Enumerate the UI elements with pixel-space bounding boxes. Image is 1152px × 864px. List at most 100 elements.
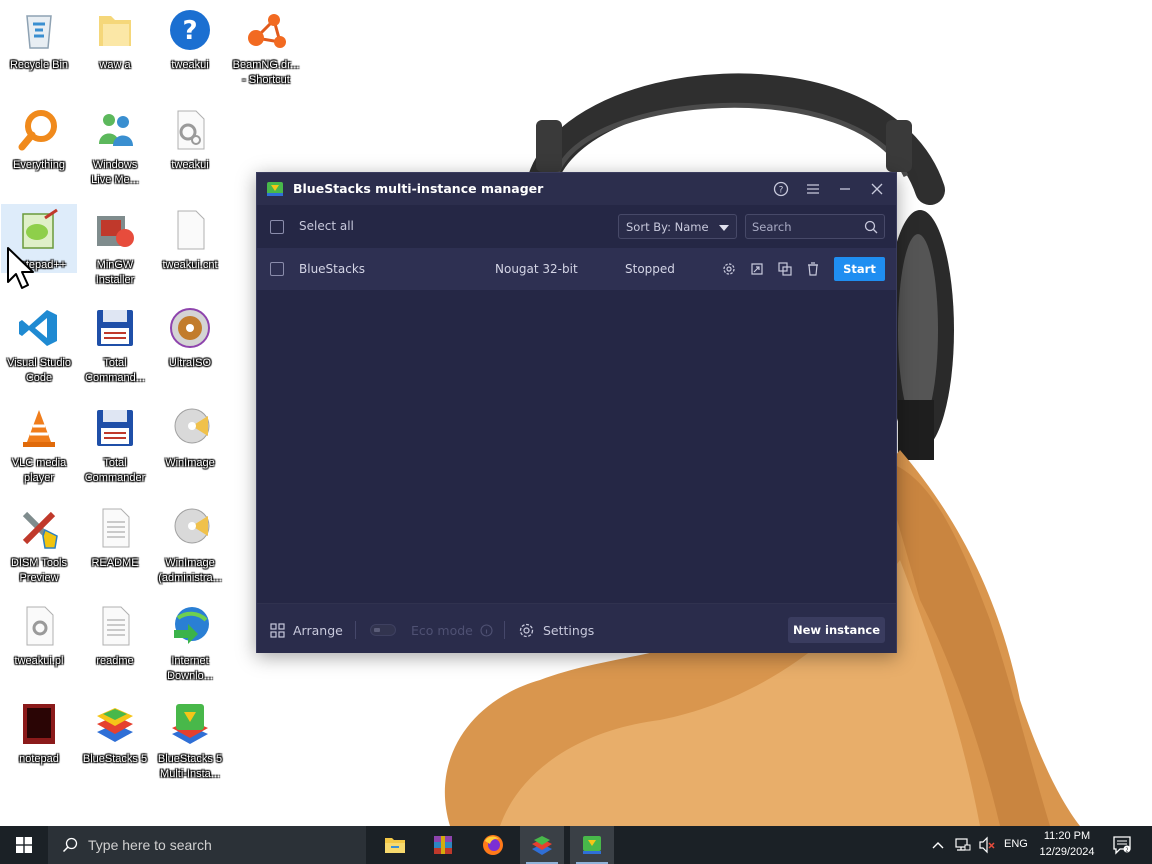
desktop-icon-readme[interactable]: readme	[77, 600, 153, 669]
search-input[interactable]	[752, 218, 862, 235]
menu-button[interactable]	[802, 179, 824, 199]
new-instance-button[interactable]: New instance	[788, 617, 885, 643]
bluestacks-icon	[97, 708, 133, 742]
clone-instance-icon[interactable]	[777, 261, 793, 277]
start-menu-button[interactable]	[0, 826, 48, 864]
search-box[interactable]	[745, 214, 885, 239]
desktop-icon-bluestacks[interactable]: BlueStacks 5	[77, 698, 153, 767]
desktop-icon-label: Everything	[13, 159, 65, 171]
sort-dropdown[interactable]: Sort By: Name	[618, 214, 737, 239]
notepad-icon	[23, 704, 55, 744]
instance-checkbox[interactable]	[270, 262, 284, 276]
taskbar-app-firefox[interactable]	[471, 826, 515, 864]
desktop-icon-label: tweakui.cnt	[162, 259, 218, 271]
desktop-icon-label: readme	[96, 655, 134, 667]
folder-icon	[99, 16, 131, 46]
instance-row[interactable]: BlueStacks Nougat 32-bit Stopped Start	[257, 248, 896, 290]
instance-settings-icon[interactable]	[721, 261, 737, 277]
desktop-icon-everything[interactable]: Everything	[1, 104, 77, 173]
taskbar-app-bluestacks-multi-instance[interactable]	[570, 826, 614, 864]
bluestacks-multi-instance-icon	[583, 836, 601, 854]
instance-name: BlueStacks	[299, 262, 366, 276]
desktop-icon-waw-a[interactable]: waw a	[77, 4, 153, 73]
close-button[interactable]	[866, 179, 888, 199]
firefox-icon	[483, 835, 503, 855]
input-language-indicator[interactable]: ENG	[1004, 838, 1028, 850]
desktop-icon-notepad[interactable]: notepad	[1, 698, 77, 767]
desktop-icon-vlc[interactable]: VLC media player	[1, 402, 77, 486]
desktop-icon-label: tweakui	[171, 159, 209, 171]
text-file-icon	[102, 508, 130, 548]
desktop-icon-total-commander-shortcut[interactable]: Total Command...	[77, 302, 153, 386]
vlc-icon	[23, 410, 55, 447]
desktop-icon-readme-upper[interactable]: README	[77, 502, 153, 571]
desktop-icon-vscode[interactable]: Visual Studio Code	[1, 302, 77, 386]
svg-text:2: 2	[1125, 847, 1128, 853]
desktop-icon-tweakui[interactable]: tweakui	[152, 104, 228, 173]
taskbar-search-placeholder: Type here to search	[88, 837, 212, 853]
desktop-icon-recycle-bin[interactable]: Recycle Bin	[1, 4, 77, 73]
mingw-installer-icon	[97, 216, 134, 247]
internet-download-manager-icon	[174, 607, 209, 644]
file-explorer-icon	[385, 838, 405, 853]
desktop-icon-total-commander[interactable]: Total Commander	[77, 402, 153, 486]
everything-search-icon	[18, 110, 57, 151]
taskbar-app-bluestacks[interactable]	[520, 826, 564, 864]
volume-muted-icon[interactable]	[978, 836, 996, 854]
eco-mode-toggle[interactable]	[370, 624, 396, 636]
arrange-button[interactable]: Arrange	[293, 623, 343, 638]
clock-date[interactable]: 12/29/2024	[1032, 846, 1102, 858]
desktop-icon-tweakui-pl[interactable]: tweakui.pl	[1, 600, 77, 669]
desktop-icon-label: UltraISO	[168, 357, 212, 369]
info-icon[interactable]	[480, 624, 493, 637]
desktop-icon-label: WinImage (administra...	[158, 557, 222, 584]
taskbar-search-box[interactable]: Type here to search	[48, 826, 366, 864]
desktop-icon-label: Total Command...	[85, 357, 145, 384]
action-center-notifications-icon[interactable]: 2	[1112, 835, 1132, 855]
clock-time[interactable]: 11:20 PM	[1036, 830, 1098, 842]
close-icon	[871, 183, 883, 195]
help-button[interactable]: ?	[770, 179, 792, 199]
settings-gear-icon[interactable]	[518, 622, 535, 639]
delete-instance-icon[interactable]	[805, 261, 821, 277]
desktop-icon-mingw-installer[interactable]: MinGW Installer	[77, 204, 153, 288]
text-file-icon	[102, 606, 130, 646]
show-hidden-icons-chevron-up-icon[interactable]	[930, 836, 946, 854]
window-titlebar[interactable]: BlueStacks multi-instance manager ?	[257, 173, 896, 205]
minimize-button[interactable]	[834, 179, 856, 199]
desktop-icon-windows-live-messenger[interactable]: Windows Live Me...	[77, 104, 153, 188]
desktop-icon-tweakui-help[interactable]: ? tweakui	[152, 4, 228, 73]
start-instance-button[interactable]: Start	[834, 257, 885, 281]
winrar-icon	[434, 836, 452, 854]
desktop-icon-ultraiso[interactable]: UltraISO	[152, 302, 228, 371]
taskbar: Type here to search ENG 11:20 PM 12/29/2…	[0, 826, 1152, 864]
desktop-icon-label: VLC media player	[11, 457, 67, 484]
desktop-icon-label: notepad	[19, 753, 59, 765]
desktop-icon-tweakui-cnt[interactable]: tweakui.cnt	[152, 204, 228, 273]
total-commander-icon	[97, 410, 133, 446]
desktop-icon-winimage-admin[interactable]: WinImage (administra...	[152, 502, 228, 586]
footer-divider	[504, 621, 505, 639]
instance-version: Nougat 32-bit	[495, 262, 578, 276]
footer-divider	[355, 621, 356, 639]
taskbar-app-winrar[interactable]	[421, 826, 465, 864]
arrange-grid-icon[interactable]	[270, 623, 285, 638]
desktop-icon-label: Recycle Bin	[9, 59, 69, 71]
desktop-icon-winimage[interactable]: WinImage	[152, 402, 228, 471]
desktop-icon-dism-tools[interactable]: DISM Tools Preview	[1, 502, 77, 586]
bluestacks-multi-instance-manager-window: BlueStacks multi-instance manager ? Sele…	[256, 172, 897, 653]
network-icon[interactable]	[954, 836, 972, 854]
desktop-icon-bluestacks-multi-instance[interactable]: BlueStacks 5 Multi-Insta...	[152, 698, 228, 782]
create-shortcut-icon[interactable]	[749, 261, 765, 277]
desktop-icon-label: waw a	[99, 59, 131, 71]
desktop-icon-internet-download-manager[interactable]: Internet Downlo...	[152, 600, 228, 684]
desktop-icon-beamng-shortcut[interactable]: BeamNG.dr... - Shortcut	[228, 4, 304, 88]
windows-live-messenger-icon	[99, 114, 133, 146]
search-icon[interactable]	[864, 220, 878, 234]
desktop-icon-label: BlueStacks 5	[82, 753, 148, 765]
settings-button[interactable]: Settings	[543, 623, 594, 638]
desktop-icon-label: MinGW Installer	[95, 259, 135, 286]
taskbar-app-file-explorer[interactable]	[373, 826, 417, 864]
sort-dropdown-label: Sort By: Name	[626, 220, 709, 234]
select-all-checkbox[interactable]	[270, 220, 284, 234]
